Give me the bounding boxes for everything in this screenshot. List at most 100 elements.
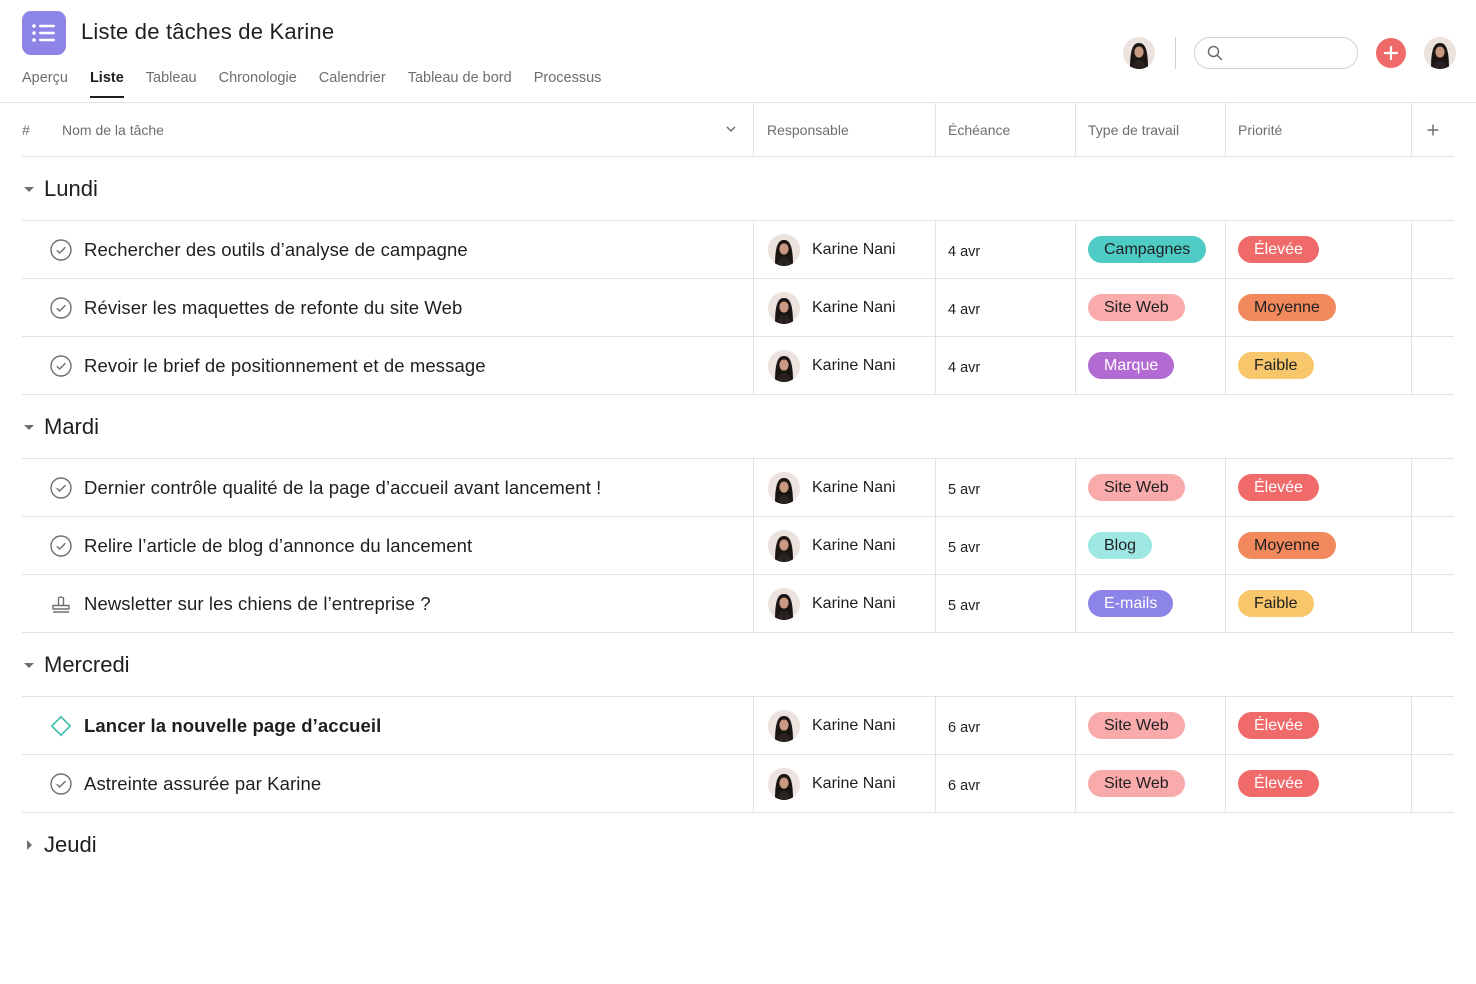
tab-tableau-de-bord[interactable]: Tableau de bord xyxy=(408,70,512,98)
tab-tableau[interactable]: Tableau xyxy=(146,70,197,98)
table-row[interactable]: Dernier contrôle qualité de la page d’ac… xyxy=(22,459,1454,517)
task-name-cell[interactable]: Rechercher des outils d’analyse de campa… xyxy=(22,221,753,278)
task-name-cell[interactable]: Revoir le brief de positionnement et de … xyxy=(22,337,753,394)
project-member-avatar[interactable] xyxy=(1123,37,1155,69)
caret-down-icon[interactable] xyxy=(22,182,36,196)
table-row[interactable]: Réviser les maquettes de refonte du site… xyxy=(22,279,1454,337)
assignee-cell[interactable]: Karine Nani xyxy=(753,459,935,516)
priority-cell[interactable]: Élevée xyxy=(1225,221,1411,278)
work-type-cell[interactable]: Site Web xyxy=(1075,697,1225,754)
work-type-cell[interactable]: Site Web xyxy=(1075,459,1225,516)
tab-aper-u[interactable]: Aperçu xyxy=(22,70,68,98)
column-header-type[interactable]: Type de travail xyxy=(1075,103,1225,156)
assignee-cell[interactable]: Karine Nani xyxy=(753,279,935,336)
task-title[interactable]: Relire l’article de blog d’annonce du la… xyxy=(84,535,472,557)
table-row[interactable]: Relire l’article de blog d’annonce du la… xyxy=(22,517,1454,575)
caret-down-icon[interactable] xyxy=(22,658,36,672)
section-mardi[interactable]: Mardi xyxy=(22,395,1454,459)
check-circle-icon[interactable] xyxy=(50,476,72,499)
task-name-cell[interactable]: Réviser les maquettes de refonte du site… xyxy=(22,279,753,336)
task-title[interactable]: Revoir le brief de positionnement et de … xyxy=(84,355,486,377)
user-avatar[interactable] xyxy=(1424,37,1456,69)
priority-cell[interactable]: Faible xyxy=(1225,337,1411,394)
work-type-badge: Campagnes xyxy=(1088,236,1207,263)
priority-cell[interactable]: Élevée xyxy=(1225,459,1411,516)
priority-cell[interactable]: Moyenne xyxy=(1225,279,1411,336)
task-name-cell[interactable]: Newsletter sur les chiens de l’entrepris… xyxy=(22,575,753,632)
due-date-cell[interactable]: 4 avr xyxy=(935,337,1075,394)
task-name-cell[interactable]: Astreinte assurée par Karine xyxy=(22,755,753,812)
priority-cell[interactable]: Moyenne xyxy=(1225,517,1411,574)
due-date-cell[interactable]: 4 avr xyxy=(935,279,1075,336)
search-box[interactable] xyxy=(1194,37,1358,69)
assignee-cell[interactable]: Karine Nani xyxy=(753,221,935,278)
table-row[interactable]: Revoir le brief de positionnement et de … xyxy=(22,337,1454,395)
chevron-down-icon[interactable] xyxy=(725,123,737,135)
due-date-cell[interactable]: 5 avr xyxy=(935,517,1075,574)
column-header-priority[interactable]: Priorité xyxy=(1225,103,1411,156)
due-date-cell[interactable]: 5 avr xyxy=(935,575,1075,632)
due-date: 5 avr xyxy=(948,481,981,498)
section-jeudi[interactable]: Jeudi xyxy=(22,813,1454,877)
task-name-cell[interactable]: Lancer la nouvelle page d’accueil xyxy=(22,697,753,754)
task-title[interactable]: Lancer la nouvelle page d’accueil xyxy=(84,715,381,737)
column-header-due[interactable]: Échéance xyxy=(935,103,1075,156)
tab-liste[interactable]: Liste xyxy=(89,70,124,98)
due-date: 6 avr xyxy=(948,719,981,736)
work-type-cell[interactable]: Site Web xyxy=(1075,279,1225,336)
assignee-cell[interactable]: Karine Nani xyxy=(753,575,935,632)
section-toggle[interactable] xyxy=(22,838,44,852)
check-circle-icon[interactable] xyxy=(50,296,72,319)
assignee-cell[interactable]: Karine Nani xyxy=(753,337,935,394)
task-title[interactable]: Réviser les maquettes de refonte du site… xyxy=(84,297,462,319)
column-header-name[interactable]: # Nom de la tâche xyxy=(22,103,753,156)
section-mercredi[interactable]: Mercredi xyxy=(22,633,1454,697)
tab-processus[interactable]: Processus xyxy=(534,70,602,98)
priority-cell[interactable]: Faible xyxy=(1225,575,1411,632)
add-button[interactable] xyxy=(1376,38,1406,68)
caret-right-icon[interactable] xyxy=(22,838,36,852)
assignee-cell[interactable]: Karine Nani xyxy=(753,517,935,574)
assignee-cell[interactable]: Karine Nani xyxy=(753,697,935,754)
due-date-cell[interactable]: 6 avr xyxy=(935,697,1075,754)
work-type-cell[interactable]: E-mails xyxy=(1075,575,1225,632)
assignee-cell[interactable]: Karine Nani xyxy=(753,755,935,812)
add-column-button[interactable] xyxy=(1411,103,1454,156)
caret-down-icon[interactable] xyxy=(22,420,36,434)
due-date-cell[interactable]: 4 avr xyxy=(935,221,1075,278)
work-type-cell[interactable]: Site Web xyxy=(1075,755,1225,812)
section-toggle[interactable] xyxy=(22,182,44,196)
check-circle-icon[interactable] xyxy=(50,238,72,261)
section-toggle[interactable] xyxy=(22,420,44,434)
section-lundi[interactable]: Lundi xyxy=(22,157,1454,221)
work-type-cell[interactable]: Blog xyxy=(1075,517,1225,574)
check-circle-icon[interactable] xyxy=(50,354,72,377)
task-title[interactable]: Newsletter sur les chiens de l’entrepris… xyxy=(84,593,431,615)
due-date-cell[interactable]: 5 avr xyxy=(935,459,1075,516)
work-type-cell[interactable]: Marque xyxy=(1075,337,1225,394)
table-row[interactable]: Lancer la nouvelle page d’accueil Karine … xyxy=(22,697,1454,755)
tab-chronologie[interactable]: Chronologie xyxy=(219,70,297,98)
check-circle-icon[interactable] xyxy=(50,534,72,557)
task-title[interactable]: Astreinte assurée par Karine xyxy=(84,773,321,795)
task-name-cell[interactable]: Relire l’article de blog d’annonce du la… xyxy=(22,517,753,574)
tab-calendrier[interactable]: Calendrier xyxy=(319,70,386,98)
work-type-cell[interactable]: Campagnes xyxy=(1075,221,1225,278)
due-date: 4 avr xyxy=(948,359,981,376)
task-name-cell[interactable]: Dernier contrôle qualité de la page d’ac… xyxy=(22,459,753,516)
column-header-assignee[interactable]: Responsable xyxy=(753,103,935,156)
table-row[interactable]: Newsletter sur les chiens de l’entrepris… xyxy=(22,575,1454,633)
task-title[interactable]: Rechercher des outils d’analyse de campa… xyxy=(84,239,468,261)
priority-cell[interactable]: Élevée xyxy=(1225,755,1411,812)
section-toggle[interactable] xyxy=(22,658,44,672)
check-circle-icon[interactable] xyxy=(50,772,72,795)
approval-icon[interactable] xyxy=(50,593,72,615)
milestone-icon[interactable] xyxy=(50,715,72,737)
table-row[interactable]: Rechercher des outils d’analyse de campa… xyxy=(22,221,1454,279)
task-title[interactable]: Dernier contrôle qualité de la page d’ac… xyxy=(84,477,601,499)
due-date-cell[interactable]: 6 avr xyxy=(935,755,1075,812)
priority-cell[interactable]: Élevée xyxy=(1225,697,1411,754)
search-input[interactable] xyxy=(1229,45,1349,61)
header-actions xyxy=(1123,36,1456,70)
table-row[interactable]: Astreinte assurée par Karine Karine Nani 6… xyxy=(22,755,1454,813)
